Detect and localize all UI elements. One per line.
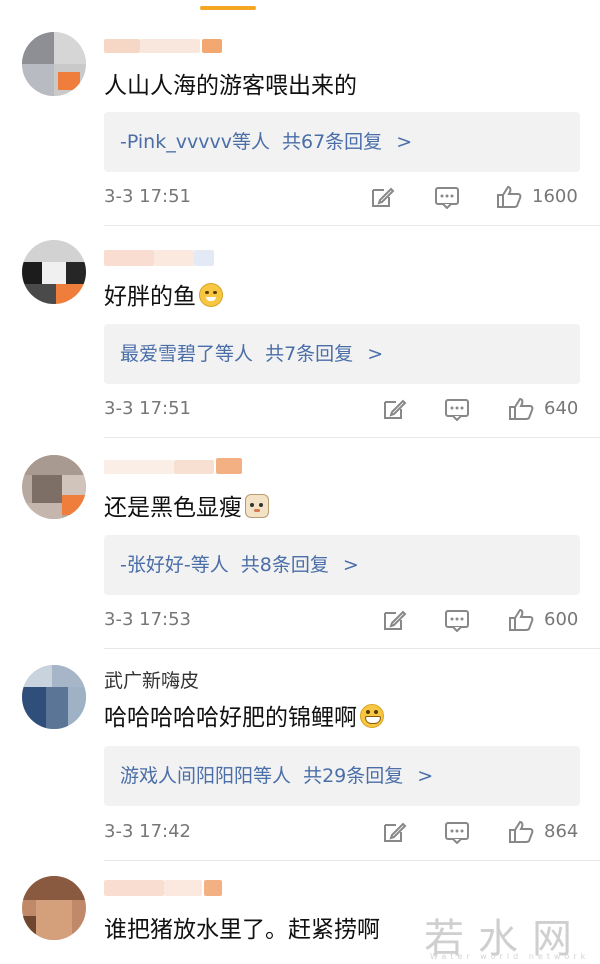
smile-emoji-icon [199,283,223,307]
edit-icon[interactable] [370,185,396,209]
reply-users: -张好好-等人 [120,554,229,576]
comment-icon[interactable] [444,608,470,632]
like-count: 640 [544,398,579,419]
avatar[interactable] [22,240,86,304]
like-count: 1600 [532,186,578,207]
reply-count: 共7条回复 [265,343,354,365]
like-icon[interactable] [496,185,522,209]
comment-text: 人山人海的游客喂出来的 [104,73,357,99]
reply-summary[interactable]: 最爱雪碧了等人 共7条回复 > [104,324,580,384]
comment-date: 3-3 17:51 [104,398,191,419]
tab-indicator [200,6,256,10]
comment-icon[interactable] [444,397,470,421]
divider [104,225,600,226]
comment-text: 还是黑色显瘦 [104,492,269,524]
reply-summary[interactable]: -张好好-等人 共8条回复 > [104,535,580,595]
avatar[interactable] [22,455,86,519]
like-icon[interactable] [508,397,534,421]
reply-summary[interactable]: -Pink_vvvvv等人 共67条回复 > [104,112,580,172]
chevron-right-icon: > [342,554,359,576]
reply-summary[interactable]: 游戏人间阳阳阳等人 共29条回复 > [104,746,580,806]
comment-meta: 3-3 17:51 1600 [104,182,584,212]
comment-text: 好胖的鱼 [104,281,223,313]
divider [104,648,600,649]
cat-emoji-icon [245,494,269,518]
comment-meta: 3-3 17:51 640 [104,394,584,424]
watermark-subtitle: Water world network [430,952,590,961]
username[interactable]: 武广新嗨皮 [104,670,199,692]
comment-meta: 3-3 17:53 600 [104,605,584,635]
comment-date: 3-3 17:42 [104,821,191,842]
chevron-right-icon: > [417,765,434,787]
edit-icon[interactable] [382,820,408,844]
comment-date: 3-3 17:51 [104,186,191,207]
chevron-right-icon: > [367,343,384,365]
avatar[interactable] [22,32,86,96]
comment-text: 哈哈哈哈哈好肥的锦鲤啊 [104,702,384,734]
edit-icon[interactable] [382,608,408,632]
reply-users: 游戏人间阳阳阳等人 [120,765,292,787]
reply-count: 共8条回复 [240,554,329,576]
edit-icon[interactable] [382,397,408,421]
avatar[interactable] [22,876,86,940]
divider [104,860,600,861]
grin-emoji-icon [360,704,384,728]
username-blur-mask [104,250,214,266]
chevron-right-icon: > [396,131,413,153]
username-blur-mask [104,880,222,896]
comment-meta: 3-3 17:42 864 [104,817,584,847]
reply-count: 共29条回复 [303,765,404,787]
avatar[interactable] [22,665,86,729]
comment-icon[interactable] [444,820,470,844]
like-icon[interactable] [508,820,534,844]
like-count: 600 [544,609,579,630]
comment-date: 3-3 17:53 [104,609,191,630]
reply-users: 最爱雪碧了等人 [120,343,254,365]
divider [104,437,600,438]
reply-count: 共67条回复 [282,131,383,153]
reply-users: -Pink_vvvvv等人 [120,131,270,153]
comment-text: 谁把猪放水里了。赶紧捞啊 [104,917,380,943]
comment-icon[interactable] [434,185,460,209]
like-icon[interactable] [508,608,534,632]
username-blur-mask [104,458,242,476]
username-blur-mask [104,39,222,53]
like-count: 864 [544,821,579,842]
